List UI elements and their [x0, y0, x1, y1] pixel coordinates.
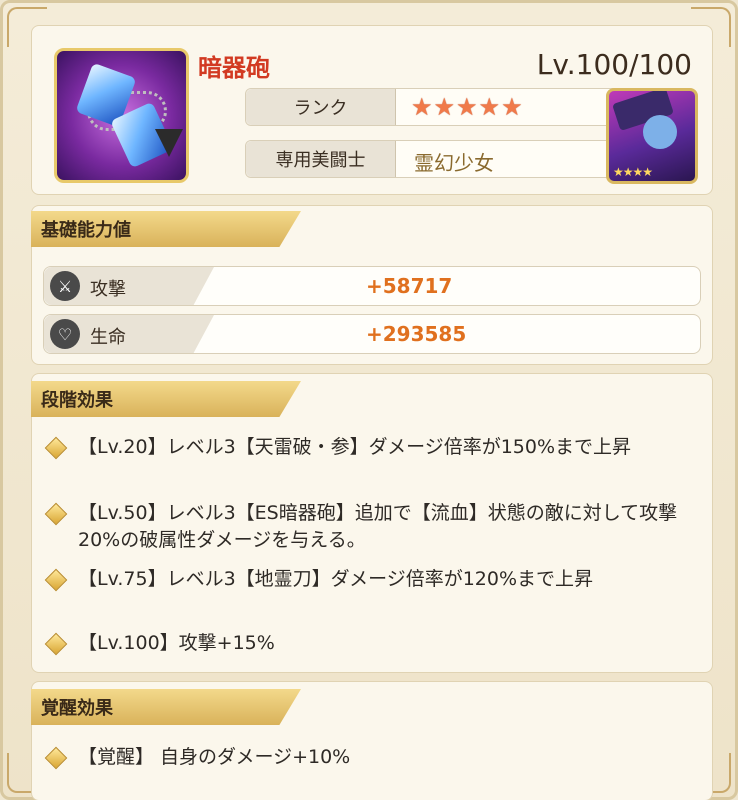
attack-label: 攻撃 — [90, 279, 126, 300]
dedicated-fighter-name: 霊幻少女 — [414, 151, 494, 175]
diamond-bullet-icon — [44, 502, 68, 526]
star-icon: ★ — [456, 93, 478, 121]
base-stats-title: 基礎能力値 — [31, 211, 301, 247]
stage-effects-title: 段階効果 — [31, 381, 301, 417]
dedicated-fighter-label: 専用美闘士 — [246, 141, 396, 177]
diamond-bullet-icon — [44, 632, 68, 656]
attack-value: +58717 — [366, 274, 453, 298]
detail-window: 暗器砲 Lv.100/100 ランク ★ ★ ★ ★ ★ 専用美闘士 霊幻少女 … — [0, 0, 738, 800]
stage-effect-item: 【Lv.75】レベル3【地霊刀】ダメージ倍率が120%まで上昇 — [44, 566, 688, 593]
heart-icon: ♡ — [50, 319, 80, 349]
swords-icon: ⚔ — [50, 271, 80, 301]
dedicated-fighter-row: 専用美闘士 霊幻少女 — [245, 140, 625, 178]
diamond-bullet-icon — [44, 568, 68, 592]
star-icon: ★ — [433, 93, 456, 121]
stage-effect-item: 【Lv.100】攻撃+15% — [44, 630, 688, 657]
diamond-bullet-icon — [44, 436, 68, 460]
star-icon: ★ — [501, 93, 523, 121]
item-name: 暗器砲 — [198, 54, 270, 82]
star-icon: ★ — [411, 93, 433, 121]
awakening-effects-title: 覚醒効果 — [31, 689, 301, 725]
fighter-portrait[interactable]: ★★★★ — [606, 88, 698, 184]
portrait-stars: ★★★★ — [613, 165, 653, 179]
stage-effects-panel: 【Lv.20】レベル3【天雷破・参】ダメージ倍率が150%まで上昇 【Lv.50… — [31, 373, 713, 673]
star-icon: ★ — [478, 93, 501, 121]
weapon-icon — [54, 48, 189, 183]
attack-stat-row: ⚔ 攻撃 +58717 — [43, 266, 701, 306]
item-level: Lv.100/100 — [536, 48, 692, 81]
stage-effect-item: 【Lv.20】レベル3【天雷破・参】ダメージ倍率が150%まで上昇 — [44, 434, 688, 461]
life-label: 生命 — [90, 327, 126, 348]
stage-effect-item: 【Lv.50】レベル3【ES暗器砲】追加で【流血】状態の敵に対して攻撃20%の破… — [44, 500, 688, 554]
life-stat-row: ♡ 生命 +293585 — [43, 314, 701, 354]
awakening-effect-item: 【覚醒】 自身のダメージ+10% — [44, 744, 688, 771]
rank-stars: ★ ★ ★ ★ ★ — [411, 94, 523, 120]
life-value: +293585 — [366, 322, 467, 346]
rank-row: ランク ★ ★ ★ ★ ★ — [245, 88, 625, 126]
diamond-bullet-icon — [44, 746, 68, 770]
item-header: 暗器砲 Lv.100/100 ランク ★ ★ ★ ★ ★ 専用美闘士 霊幻少女 … — [31, 25, 713, 195]
rank-label: ランク — [246, 89, 396, 125]
